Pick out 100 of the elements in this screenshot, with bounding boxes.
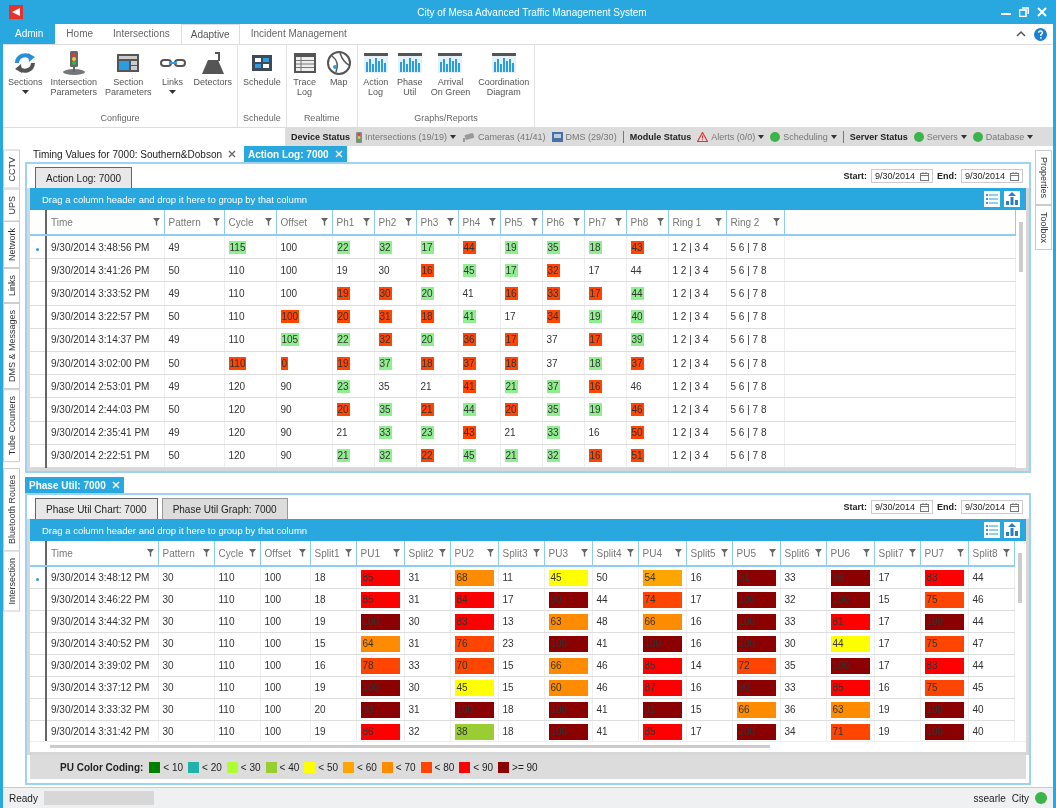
calendar-icon[interactable] — [919, 502, 929, 512]
panel-tab[interactable]: Phase Util: 7000 — [25, 477, 124, 493]
filter-icon[interactable] — [320, 218, 328, 226]
calendar-icon[interactable] — [1010, 502, 1019, 512]
row-indicator[interactable] — [30, 444, 46, 468]
side-tab[interactable]: DMS & Messages — [3, 303, 20, 390]
ribbon-button[interactable]: Action Log — [359, 48, 392, 113]
column-header[interactable]: Pattern — [158, 541, 214, 566]
start-date-field[interactable]: 9/30/2014 — [870, 169, 933, 183]
row-indicator[interactable] — [30, 632, 46, 655]
column-header[interactable]: PU5 — [732, 541, 780, 566]
filter-icon[interactable] — [908, 549, 916, 557]
side-tab[interactable]: Intersection — [3, 551, 20, 612]
column-header[interactable]: Time — [46, 210, 164, 235]
calendar-icon[interactable] — [919, 171, 929, 181]
row-indicator[interactable] — [30, 676, 46, 699]
document-tab[interactable]: Action Log: 7000 — [244, 146, 347, 162]
filter-icon[interactable] — [862, 549, 870, 557]
filter-icon[interactable] — [202, 549, 210, 557]
column-header[interactable]: Pattern — [164, 210, 224, 235]
row-indicator[interactable] — [30, 588, 46, 611]
filter-icon[interactable] — [212, 218, 220, 226]
side-tab[interactable]: UPS — [3, 188, 20, 221]
row-indicator[interactable] — [30, 421, 46, 445]
column-header[interactable]: PU7 — [920, 541, 968, 566]
column-header[interactable]: PU4 — [638, 541, 686, 566]
row-indicator[interactable] — [30, 654, 46, 677]
filter-icon[interactable] — [768, 549, 776, 557]
filter-icon[interactable] — [392, 549, 400, 557]
status-item[interactable]: Scheduling — [770, 132, 837, 142]
row-indicator[interactable] — [30, 351, 46, 375]
filter-icon[interactable] — [486, 549, 494, 557]
column-header[interactable]: Ph8 — [626, 210, 668, 235]
side-tab[interactable]: Toolbox — [1035, 205, 1052, 251]
filter-icon[interactable] — [1002, 549, 1010, 557]
filter-icon[interactable] — [530, 218, 538, 226]
filter-icon[interactable] — [438, 549, 446, 557]
row-indicator[interactable] — [30, 698, 46, 721]
ribbon-button[interactable]: Sections — [5, 48, 46, 113]
ribbon-tab[interactable]: Incident Management — [241, 24, 356, 44]
collapse-ribbon-icon[interactable] — [1016, 30, 1026, 38]
list-icon[interactable] — [984, 191, 1000, 207]
column-header[interactable]: PU6 — [826, 541, 874, 566]
column-header[interactable]: Split5 — [686, 541, 732, 566]
end-date-field[interactable]: 9/30/2014 — [960, 500, 1023, 514]
view-tab[interactable]: Action Log: 7000 — [35, 167, 133, 188]
filter-icon[interactable] — [814, 549, 822, 557]
column-header[interactable]: Cycle — [224, 210, 276, 235]
column-header[interactable]: Ph6 — [542, 210, 584, 235]
filter-icon[interactable] — [714, 218, 722, 226]
filter-icon[interactable] — [532, 549, 540, 557]
ribbon-tab[interactable]: Adaptive — [180, 24, 240, 44]
ribbon-tab[interactable]: Intersections — [104, 24, 179, 44]
export-chart-icon[interactable] — [1004, 191, 1020, 207]
row-indicator[interactable] — [30, 566, 46, 589]
column-header[interactable]: Split6 — [780, 541, 826, 566]
column-header[interactable]: Cycle — [214, 541, 260, 566]
column-header[interactable]: Split7 — [874, 541, 920, 566]
column-header[interactable]: Ph5 — [500, 210, 542, 235]
status-item[interactable]: Intersections (19/19) — [356, 131, 457, 143]
filter-icon[interactable] — [344, 549, 352, 557]
filter-icon[interactable] — [720, 549, 728, 557]
column-header[interactable]: Ph4 — [458, 210, 500, 235]
row-indicator[interactable] — [30, 305, 46, 329]
filter-icon[interactable] — [298, 549, 306, 557]
filter-icon[interactable] — [572, 218, 580, 226]
side-tab[interactable]: Links — [3, 268, 20, 304]
column-header[interactable]: Ring 2 — [726, 210, 784, 235]
filter-icon[interactable] — [656, 218, 664, 226]
filter-icon[interactable] — [152, 218, 160, 226]
filter-icon[interactable] — [772, 218, 780, 226]
side-tab[interactable]: Network — [3, 221, 20, 269]
side-tab[interactable]: Properties — [1035, 150, 1052, 206]
status-item[interactable]: Servers — [913, 132, 967, 142]
list-icon[interactable] — [984, 522, 1000, 538]
row-indicator[interactable] — [30, 235, 46, 259]
ribbon-button[interactable]: Links — [156, 48, 189, 113]
column-header[interactable]: Split4 — [592, 541, 638, 566]
column-header[interactable]: Offset — [276, 210, 332, 235]
ribbon-button[interactable]: Trace Log — [288, 48, 321, 113]
end-date-field[interactable]: 9/30/2014 — [960, 169, 1023, 183]
start-date-field[interactable]: 9/30/2014 — [870, 500, 933, 514]
filter-icon[interactable] — [580, 549, 588, 557]
row-indicator[interactable] — [30, 610, 46, 633]
column-header[interactable]: Ring 1 — [668, 210, 726, 235]
column-header[interactable]: PU3 — [544, 541, 592, 566]
status-item[interactable]: Alerts (0/0) — [697, 132, 765, 142]
filter-icon[interactable] — [248, 549, 256, 557]
row-indicator[interactable] — [30, 374, 46, 398]
side-tab[interactable]: Tube Counters — [3, 389, 20, 463]
view-tab[interactable]: Phase Util Chart: 7000 — [35, 498, 158, 519]
row-indicator[interactable] — [30, 258, 46, 282]
row-indicator[interactable] — [30, 397, 46, 422]
column-header[interactable]: Ph3 — [416, 210, 458, 235]
filter-icon[interactable] — [362, 218, 370, 226]
export-chart-icon[interactable] — [1004, 522, 1020, 538]
ribbon-button[interactable]: Intersection Parameters — [47, 48, 101, 113]
filter-icon[interactable] — [488, 218, 496, 226]
ribbon-tab[interactable]: Admin — [3, 24, 56, 44]
filter-icon[interactable] — [264, 218, 272, 226]
